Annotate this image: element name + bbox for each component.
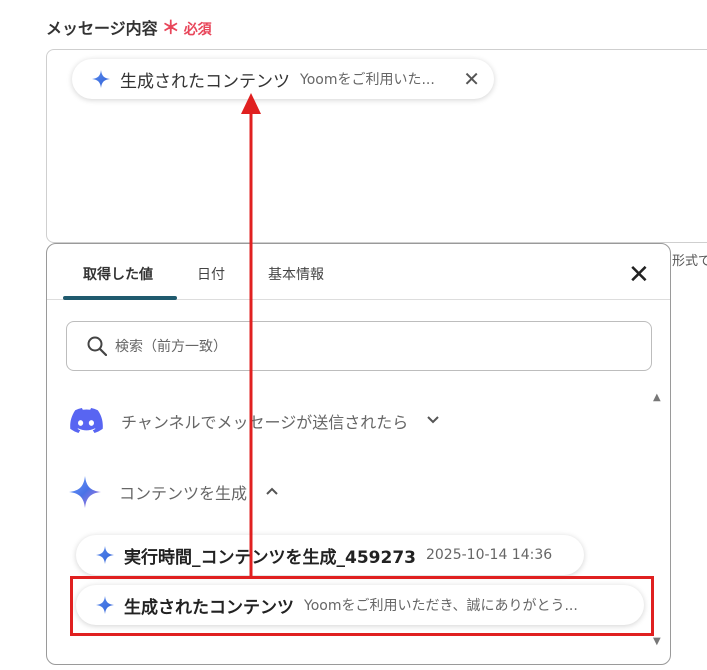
- annotation-arrow: [241, 93, 261, 576]
